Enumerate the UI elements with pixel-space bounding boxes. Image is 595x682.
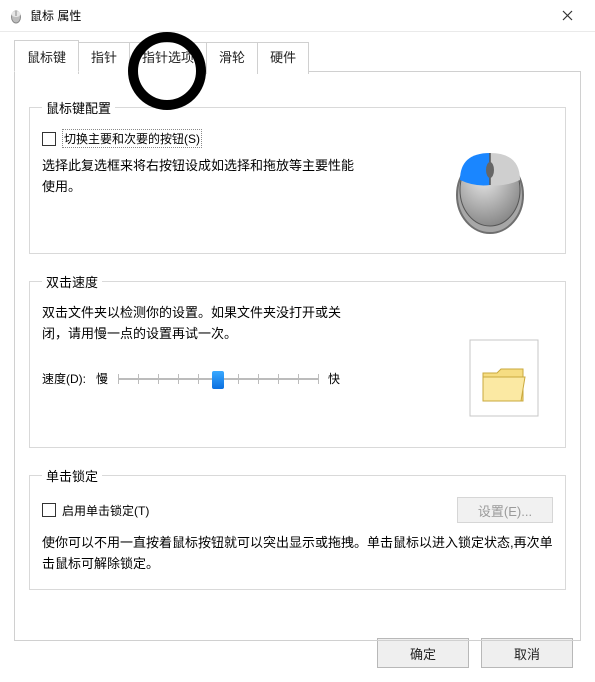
- double-click-desc: 双击文件夹以检测你的设置。如果文件夹没打开或关闭，请用慢一点的设置再试一次。: [42, 303, 362, 345]
- checkbox-box-icon: [42, 503, 56, 517]
- double-click-speed-slider[interactable]: [118, 369, 318, 389]
- group-double-click: 双击速度 双击文件夹以检测你的设置。如果文件夹没打开或关闭，请用慢一点的设置再试…: [29, 272, 566, 448]
- mouse-icon: [8, 8, 24, 24]
- group-click-lock: 单击锁定 启用单击锁定(T) 设置(E)... 使你可以不用一直按着鼠标按钮就可…: [29, 466, 566, 590]
- group-click-lock-legend: 单击锁定: [42, 466, 102, 485]
- titlebar: 鼠标 属性: [0, 0, 595, 32]
- close-button[interactable]: [547, 2, 587, 30]
- click-lock-settings-button: 设置(E)...: [457, 497, 553, 523]
- test-folder-target[interactable]: [469, 339, 539, 417]
- ok-button[interactable]: 确定: [377, 638, 469, 668]
- click-lock-label: 启用单击锁定(T): [62, 502, 149, 519]
- slider-thumb-icon: [212, 371, 224, 389]
- tab-hardware[interactable]: 硬件: [257, 42, 309, 74]
- swap-buttons-label: 切换主要和次要的按钮(S): [62, 129, 202, 148]
- speed-slow-label: 慢: [96, 370, 108, 387]
- cancel-button[interactable]: 取消: [481, 638, 573, 668]
- tab-panel: 鼠标键配置 切换主要和次要的按钮(S) 选择此复选框来将右按钮设成如选择和拖放等…: [14, 71, 581, 641]
- tab-strip: 鼠标键 指针 指针选项 滑轮 硬件: [14, 40, 581, 72]
- speed-label: 速度(D):: [42, 370, 86, 387]
- click-lock-checkbox[interactable]: 启用单击锁定(T): [42, 502, 149, 519]
- tab-pointer[interactable]: 指针: [78, 42, 130, 74]
- tab-pointer-options[interactable]: 指针选项: [129, 42, 207, 74]
- swap-buttons-desc: 选择此复选框来将右按钮设成如选择和拖放等主要性能使用。: [42, 156, 362, 198]
- tab-wheel[interactable]: 滑轮: [206, 42, 258, 74]
- tab-buttons[interactable]: 鼠标键: [14, 40, 79, 72]
- group-button-config: 鼠标键配置 切换主要和次要的按钮(S) 选择此复选框来将右按钮设成如选择和拖放等…: [29, 98, 566, 254]
- checkbox-box-icon: [42, 132, 56, 146]
- speed-fast-label: 快: [328, 370, 340, 387]
- dialog-footer: 确定 取消: [377, 638, 573, 668]
- window-title: 鼠标 属性: [30, 7, 547, 24]
- group-double-click-legend: 双击速度: [42, 272, 102, 291]
- click-lock-desc: 使你可以不用一直按着鼠标按钮就可以突出显示或拖拽。单击鼠标以进入锁定状态,再次单…: [42, 533, 553, 575]
- mouse-illustration: [445, 135, 535, 225]
- group-button-config-legend: 鼠标键配置: [42, 98, 115, 117]
